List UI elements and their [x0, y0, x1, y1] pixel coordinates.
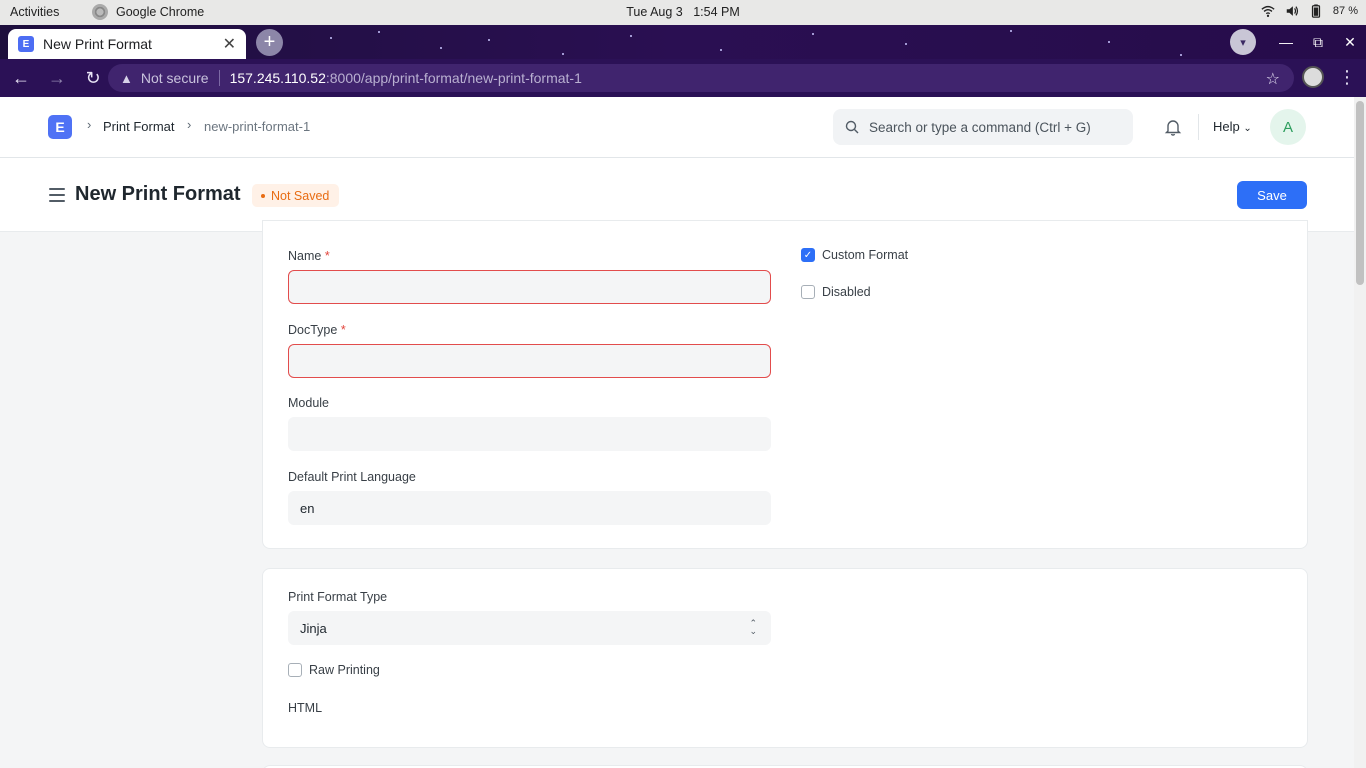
search-placeholder: Search or type a command (Ctrl + G) — [869, 119, 1091, 135]
module-label: Module — [288, 396, 329, 410]
required-asterisk: * — [340, 323, 346, 337]
page-scrollbar[interactable] — [1354, 97, 1366, 768]
theme-star — [1108, 41, 1110, 43]
theme-star — [330, 37, 332, 39]
maximize-icon[interactable]: ⧉ — [1302, 34, 1334, 51]
theme-star — [905, 43, 907, 45]
search-icon — [845, 120, 859, 134]
theme-star — [440, 47, 442, 49]
navbar-divider — [1198, 114, 1199, 140]
module-input[interactable] — [288, 417, 771, 451]
tab-close-icon[interactable]: ✕ — [223, 34, 236, 54]
print-format-type-value: Jinja — [300, 620, 327, 636]
app-navbar: E › Print Format › new-print-format-1 Se… — [0, 97, 1354, 158]
help-label: Help — [1213, 119, 1240, 134]
name-label: Name * — [288, 249, 330, 263]
theme-star — [720, 49, 722, 51]
gnome-top-bar: Activities Google Chrome Tue Aug 3 1:54 … — [0, 0, 1366, 25]
minimize-icon[interactable]: — — [1270, 34, 1302, 50]
theme-star — [812, 33, 814, 35]
breadcrumb-current[interactable]: new-print-format-1 — [204, 119, 310, 134]
forward-arrow-icon[interactable]: → — [42, 63, 72, 93]
not-secure-label[interactable]: Not secure — [141, 70, 209, 86]
app-menu[interactable]: Google Chrome — [92, 4, 204, 20]
name-input[interactable] — [288, 270, 771, 304]
default-print-language-input[interactable]: en — [288, 491, 771, 525]
raw-printing-label[interactable]: Raw Printing — [309, 663, 380, 677]
user-avatar[interactable]: A — [1270, 109, 1306, 145]
clock: Tue Aug 3 1:54 PM — [0, 5, 1366, 19]
clock-date: Tue Aug 3 — [626, 5, 683, 19]
select-updown-icon: ⌃ ⌄ — [749, 618, 757, 636]
form-section-print-format: Print Format Type Jinja ⌃ ⌄ Raw Printing … — [262, 568, 1308, 748]
status-badge: Not Saved — [252, 184, 340, 207]
doctype-input[interactable] — [288, 344, 771, 378]
theme-star — [630, 35, 632, 37]
clock-button[interactable]: Tue Aug 3 1:54 PM — [626, 5, 740, 19]
theme-star — [1180, 54, 1182, 56]
url-host: 157.245.110.52 — [229, 70, 326, 86]
custom-format-checkbox[interactable]: ✓ — [801, 248, 815, 262]
new-tab-button[interactable]: + — [256, 29, 283, 56]
custom-format-label[interactable]: Custom Format — [822, 248, 908, 262]
warning-triangle-icon[interactable]: ▲ — [120, 71, 133, 86]
volume-icon — [1286, 6, 1299, 16]
print-format-type-select[interactable]: Jinja ⌃ ⌄ — [288, 611, 771, 645]
app-logo[interactable]: E — [48, 115, 72, 139]
tab-title: New Print Format — [43, 36, 152, 52]
form-section-main: Name * DocType * Module Default Print La… — [262, 220, 1308, 549]
breadcrumb-print-format[interactable]: Print Format — [103, 119, 175, 134]
address-divider — [218, 70, 220, 86]
sidebar-toggle-icon[interactable] — [49, 188, 65, 206]
required-asterisk: * — [324, 249, 330, 263]
save-button[interactable]: Save — [1237, 181, 1307, 209]
url-path: :8000/app/print-format/new-print-format-… — [325, 70, 582, 86]
activities-button[interactable]: Activities — [10, 5, 59, 19]
profile-avatar-icon[interactable] — [1302, 66, 1324, 88]
reload-icon[interactable]: ↻ — [78, 63, 108, 93]
back-arrow-icon[interactable]: ← — [6, 63, 36, 93]
raw-printing-checkbox[interactable] — [288, 663, 302, 677]
page-title: New Print Format — [75, 183, 241, 205]
breadcrumb-chevron-icon: › — [187, 117, 192, 132]
scrollbar-thumb[interactable] — [1356, 101, 1364, 285]
disabled-label[interactable]: Disabled — [822, 285, 871, 299]
theme-star — [378, 31, 380, 33]
default-print-language-label: Default Print Language — [288, 470, 416, 484]
print-format-type-label: Print Format Type — [288, 590, 388, 604]
name-label-text: Name — [288, 249, 322, 263]
chrome-menu-icon[interactable]: ⋮ — [1338, 67, 1356, 88]
chrome-icon — [92, 4, 108, 20]
notification-bell-icon[interactable] — [1163, 117, 1183, 137]
erpnext-favicon-icon: E — [18, 36, 34, 52]
address-bar[interactable]: ▲ Not secure 157.245.110.52:8000/app/pri… — [108, 64, 1294, 92]
doctype-label-text: DocType — [288, 323, 338, 337]
app-name: Google Chrome — [116, 5, 205, 19]
html-label: HTML — [288, 701, 323, 715]
chrome-tab-strip: E New Print Format ✕ + ▾ — ⧉ ✕ — [0, 25, 1366, 59]
disabled-checkbox[interactable] — [801, 285, 815, 299]
breadcrumb-chevron-icon: › — [87, 117, 92, 132]
theme-star — [562, 53, 564, 55]
bookmark-star-icon[interactable]: ☆ — [1266, 69, 1280, 89]
system-tray[interactable]: 87 % — [1261, 4, 1358, 18]
wifi-icon — [1261, 5, 1275, 17]
battery-percent: 87 % — [1332, 5, 1358, 17]
status-text: Not Saved — [271, 188, 330, 203]
awesomebar-search-input[interactable]: Search or type a command (Ctrl + G) — [833, 109, 1133, 145]
theme-star — [1010, 30, 1012, 32]
tab-search-chevron-icon[interactable]: ▾ — [1230, 29, 1256, 55]
clock-time: 1:54 PM — [693, 5, 740, 19]
chevron-down-icon: ⌄ — [1243, 123, 1252, 134]
close-window-icon[interactable]: ✕ — [1334, 34, 1366, 51]
active-tab[interactable]: E New Print Format ✕ — [8, 29, 246, 59]
battery-icon — [1311, 4, 1321, 18]
doctype-label: DocType * — [288, 323, 346, 337]
status-dot-icon — [261, 193, 265, 198]
theme-star — [488, 39, 490, 41]
chrome-toolbar: ← → ↻ ▲ Not secure 157.245.110.52:8000/a… — [0, 59, 1366, 97]
help-dropdown[interactable]: Help ⌄ — [1213, 119, 1252, 134]
window-controls: ▾ — ⧉ ✕ — [1230, 29, 1366, 55]
